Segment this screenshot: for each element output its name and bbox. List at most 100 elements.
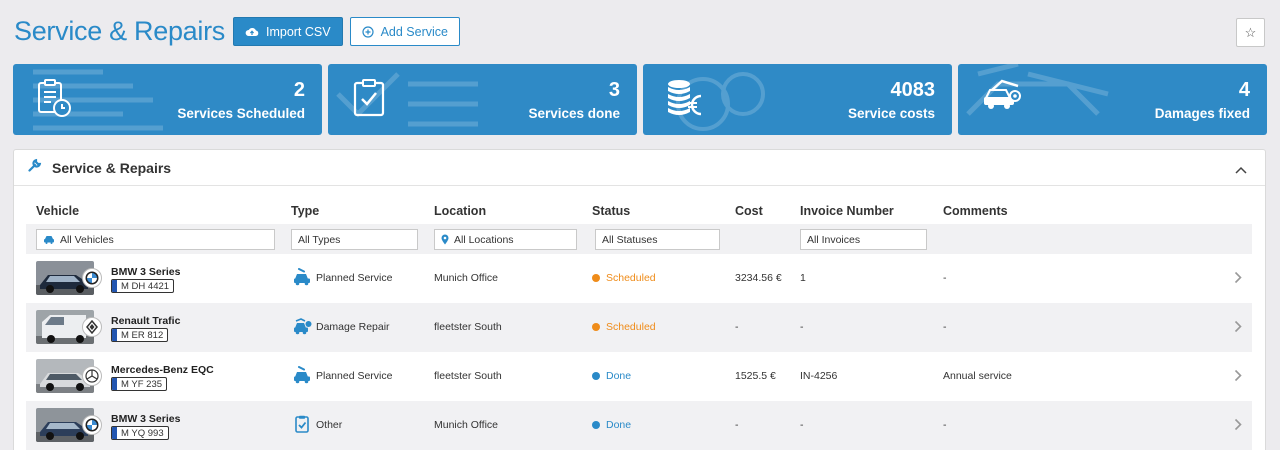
stats-row: 2 Services Scheduled 3 Services done 408… bbox=[13, 64, 1267, 135]
cost-cell: 3234.56 € bbox=[735, 272, 782, 284]
car-service-icon bbox=[292, 366, 312, 389]
invoice-cell: IN-4256 bbox=[800, 370, 838, 382]
plus-circle-icon bbox=[361, 25, 374, 38]
vehicle-name: BMW 3 Series bbox=[111, 266, 181, 278]
vehicle-name: Mercedes-Benz EQC bbox=[111, 364, 214, 376]
plate-text: M DH 4421 bbox=[121, 280, 170, 292]
license-plate: M YQ 993 bbox=[111, 426, 169, 440]
license-plate: M DH 4421 bbox=[111, 279, 175, 293]
status-badge: Done bbox=[592, 419, 631, 431]
column-header-vehicle[interactable]: Vehicle bbox=[36, 204, 79, 218]
status-filter-value: All Statuses bbox=[602, 233, 658, 246]
stat-service-costs: 4083 Service costs bbox=[643, 64, 952, 135]
chevron-right-icon[interactable] bbox=[1234, 369, 1242, 387]
invoice-filter-value: All Invoices bbox=[807, 233, 861, 246]
coins-euro-icon bbox=[667, 78, 705, 125]
car-damage-icon bbox=[292, 317, 312, 340]
stat-value: 2 bbox=[293, 79, 305, 101]
location-cell: Munich Office bbox=[434, 272, 498, 284]
comments-cell: Annual service bbox=[943, 370, 1012, 382]
table-row[interactable]: Renault Trafic M ER 812 Damage Repair fl… bbox=[26, 303, 1252, 352]
panel-title: Service & Repairs bbox=[52, 159, 172, 176]
car-icon bbox=[43, 235, 55, 244]
import-csv-button[interactable]: Import CSV bbox=[232, 17, 343, 46]
type-filter[interactable]: All Types bbox=[291, 229, 418, 250]
stat-services-scheduled: 2 Services Scheduled bbox=[13, 64, 322, 135]
plate-text: M YQ 993 bbox=[121, 427, 164, 439]
plate-text: M YF 235 bbox=[121, 378, 163, 390]
column-header-status[interactable]: Status bbox=[592, 204, 630, 218]
column-header-type[interactable]: Type bbox=[291, 204, 319, 218]
clipboard-clock-icon bbox=[37, 78, 73, 123]
type-cell: Other bbox=[316, 419, 343, 431]
location-filter[interactable]: All Locations bbox=[434, 229, 577, 250]
location-cell: fleetster South bbox=[434, 370, 502, 382]
chevron-right-icon[interactable] bbox=[1234, 418, 1242, 436]
location-cell: fleetster South bbox=[434, 321, 502, 333]
car-damage-icon bbox=[982, 78, 1022, 115]
chevron-right-icon[interactable] bbox=[1234, 271, 1242, 289]
column-header-location[interactable]: Location bbox=[434, 204, 486, 218]
status-text: Scheduled bbox=[606, 321, 656, 333]
bmw-logo-icon bbox=[82, 268, 102, 288]
type-cell: Planned Service bbox=[316, 370, 393, 382]
service-repairs-panel: Service & Repairs Vehicle Type Location … bbox=[13, 149, 1266, 450]
status-text: Scheduled bbox=[606, 272, 656, 284]
page-title: Service & Repairs bbox=[14, 16, 225, 46]
clipboard-check-icon bbox=[352, 78, 388, 123]
stat-label: Service costs bbox=[847, 106, 935, 121]
comments-cell: - bbox=[943, 321, 947, 333]
stat-services-done: 3 Services done bbox=[328, 64, 637, 135]
stat-value: 4 bbox=[1238, 79, 1250, 101]
table-row[interactable]: BMW 3 Series M DH 4421 Planned Service M… bbox=[26, 254, 1252, 303]
column-header-invoice[interactable]: Invoice Number bbox=[800, 204, 894, 218]
stat-label: Services done bbox=[528, 106, 620, 121]
comments-cell: - bbox=[943, 272, 947, 284]
cost-cell: - bbox=[735, 321, 739, 333]
type-cell: Planned Service bbox=[316, 272, 393, 284]
vehicle-filter-value: All Vehicles bbox=[60, 233, 114, 246]
status-badge: Scheduled bbox=[592, 321, 656, 333]
mercedes-logo-icon bbox=[82, 366, 102, 386]
invoice-filter[interactable]: All Invoices bbox=[800, 229, 927, 250]
favorite-star-button[interactable]: ☆ bbox=[1236, 18, 1265, 47]
invoice-cell: - bbox=[800, 419, 804, 431]
table-row[interactable]: BMW 3 Series M YQ 993 Other Munich Offic… bbox=[26, 401, 1252, 450]
license-plate: M YF 235 bbox=[111, 377, 168, 391]
location-filter-value: All Locations bbox=[454, 233, 514, 246]
invoice-cell: - bbox=[800, 321, 804, 333]
star-icon: ☆ bbox=[1244, 24, 1257, 40]
stat-value: 3 bbox=[608, 79, 620, 101]
table-row[interactable]: Mercedes-Benz EQC M YF 235 Planned Servi… bbox=[26, 352, 1252, 401]
location-cell: Munich Office bbox=[434, 419, 498, 431]
status-badge: Scheduled bbox=[592, 272, 656, 284]
vehicle-filter[interactable]: All Vehicles bbox=[36, 229, 275, 250]
add-service-button[interactable]: Add Service bbox=[349, 17, 460, 46]
page-header: Service & Repairs Import CSV Add Service bbox=[14, 16, 460, 47]
stat-label: Damages fixed bbox=[1154, 106, 1250, 121]
renault-logo-icon bbox=[82, 317, 102, 337]
column-header-comments[interactable]: Comments bbox=[943, 204, 1008, 218]
vehicle-name: BMW 3 Series bbox=[111, 413, 181, 425]
stat-label: Services Scheduled bbox=[177, 106, 305, 121]
stat-value: 4083 bbox=[890, 79, 936, 101]
column-header-cost[interactable]: Cost bbox=[735, 204, 763, 218]
stat-damages-fixed: 4 Damages fixed bbox=[958, 64, 1267, 135]
add-service-label: Add Service bbox=[380, 24, 448, 39]
clipboard-check-icon bbox=[292, 415, 312, 438]
status-filter[interactable]: All Statuses bbox=[595, 229, 720, 250]
cost-cell: - bbox=[735, 419, 739, 431]
type-filter-value: All Types bbox=[298, 233, 341, 246]
car-service-icon bbox=[292, 268, 312, 291]
map-pin-icon bbox=[441, 234, 449, 245]
chevron-right-icon[interactable] bbox=[1234, 320, 1242, 338]
import-csv-label: Import CSV bbox=[265, 24, 331, 39]
chevron-up-icon[interactable] bbox=[1235, 161, 1247, 179]
wrench-icon bbox=[28, 158, 42, 177]
bmw-logo-icon bbox=[82, 415, 102, 435]
plate-text: M ER 812 bbox=[121, 329, 164, 341]
cloud-upload-icon bbox=[245, 26, 259, 37]
vehicle-name: Renault Trafic bbox=[111, 315, 181, 327]
panel-header[interactable]: Service & Repairs bbox=[14, 150, 1265, 186]
license-plate: M ER 812 bbox=[111, 328, 169, 342]
